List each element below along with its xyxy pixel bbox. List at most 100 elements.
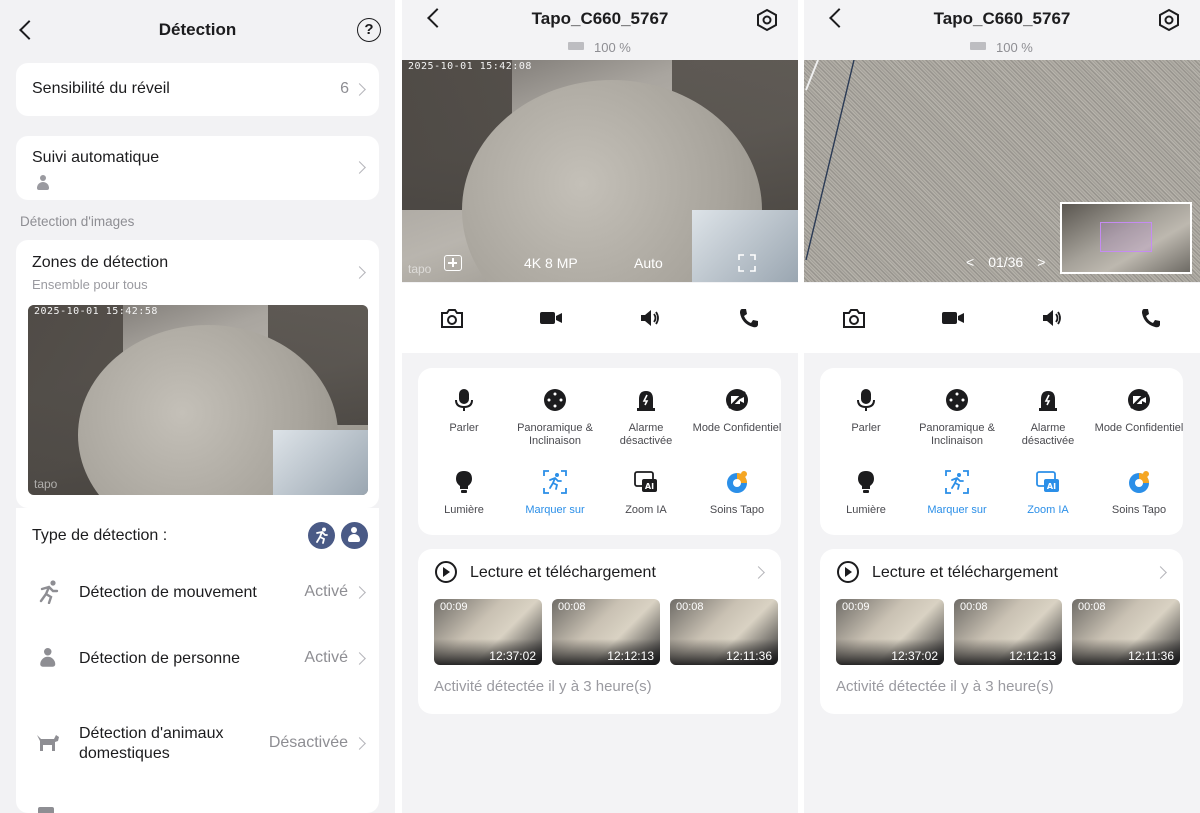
- bulb-icon: [456, 471, 472, 493]
- speaker-icon[interactable]: [638, 307, 662, 329]
- chevron-right-icon: [353, 266, 366, 279]
- feature-ai-zoom[interactable]: AI Zoom IA: [1003, 470, 1093, 517]
- settings-icon[interactable]: [1157, 8, 1181, 32]
- battery-level: 100 %: [996, 40, 1033, 55]
- tapo-care-icon: [727, 471, 747, 493]
- battery-icon: [970, 42, 986, 50]
- feature-label: Mode Confidentiel: [692, 422, 782, 434]
- feature-light[interactable]: Lumière: [821, 470, 911, 517]
- clip-duration: 00:08: [1078, 601, 1106, 613]
- clip-duration: 00:08: [960, 601, 988, 613]
- settings-icon[interactable]: [755, 8, 779, 32]
- feature-tapo-care[interactable]: Soins Tapo: [692, 470, 782, 517]
- section-caption: Détection d'images: [20, 214, 135, 229]
- feature-track[interactable]: Marquer sur: [912, 470, 1002, 517]
- pet-detection-label[interactable]: Détection d'animaux domestiques: [79, 724, 254, 764]
- playback-icon: [837, 561, 859, 583]
- header: Détection ?: [0, 0, 395, 60]
- feature-label: Marquer sur: [927, 504, 987, 516]
- person-type-badge[interactable]: [341, 522, 368, 549]
- battery-level: 100 %: [594, 40, 631, 55]
- playback-card[interactable]: Lecture et téléchargement 00:09 12:37:02…: [820, 549, 1183, 714]
- phone-icon[interactable]: [1139, 307, 1163, 329]
- zoom-selection-box[interactable]: [1100, 222, 1152, 252]
- feature-tapo-care[interactable]: Soins Tapo: [1094, 470, 1184, 517]
- feature-label: Alarme désactivée: [619, 422, 673, 447]
- feature-alarm[interactable]: Alarme désactivée: [601, 388, 691, 448]
- next-arrow[interactable]: >: [1037, 254, 1045, 270]
- clip-time: 12:37:02: [489, 649, 536, 663]
- fullscreen-icon[interactable]: [738, 254, 756, 272]
- features-card: Parler Panoramique & Inclinaison Alarme …: [418, 368, 781, 535]
- activity-status: Activité détectée il y à 3 heure(s): [836, 678, 1054, 695]
- person-detection-label[interactable]: Détection de personne: [79, 649, 240, 669]
- feature-light[interactable]: Lumière: [419, 470, 509, 517]
- phone-icon[interactable]: [737, 307, 761, 329]
- camera-snapshot-icon[interactable]: [440, 307, 464, 329]
- camera-snapshot-icon[interactable]: [842, 307, 866, 329]
- record-video-icon[interactable]: [941, 307, 965, 329]
- feature-ai-zoom[interactable]: AI Zoom IA: [601, 470, 691, 517]
- playback-card[interactable]: Lecture et téléchargement 00:09 12:37:02…: [418, 549, 781, 714]
- feature-privacy[interactable]: Mode Confidentiel: [692, 388, 782, 435]
- clip-time: 12:12:13: [1009, 649, 1056, 663]
- alarm-icon: [1039, 391, 1057, 411]
- detection-settings-panel: Détection ? Sensibilité du réveil 6 Suiv…: [0, 0, 395, 813]
- person-icon: [39, 648, 59, 673]
- clip-thumbnail[interactable]: 00:08 12:11:36: [670, 599, 778, 665]
- wake-sensitivity-row[interactable]: Sensibilité du réveil 6: [16, 63, 379, 116]
- clip-duration: 00:08: [558, 601, 586, 613]
- dog-icon: [37, 735, 59, 751]
- feature-talk[interactable]: Parler: [419, 388, 509, 435]
- person-detection-value: Activé: [304, 649, 348, 666]
- ai-zoom-icon: AI: [634, 471, 657, 492]
- speaker-icon[interactable]: [1040, 307, 1064, 329]
- detection-zones-label: Zones de détection: [32, 254, 169, 271]
- track-icon: [543, 470, 567, 494]
- clip-thumbnail[interactable]: 00:08 12:12:13: [954, 599, 1062, 665]
- clip-thumbnail[interactable]: 00:08 12:12:13: [552, 599, 660, 665]
- device-title: Tapo_C660_5767: [531, 9, 669, 28]
- camera-timestamp: 2025-10-01 15:42:58: [34, 306, 158, 317]
- motion-detection-value: Activé: [304, 583, 348, 600]
- pan-tilt-icon: [946, 389, 968, 411]
- live-video[interactable]: 2025-10-01 15:42:08 tapo: [402, 60, 798, 282]
- mode-selector[interactable]: Auto: [634, 255, 663, 271]
- feature-alarm[interactable]: Alarme désactivée: [1003, 388, 1093, 448]
- feature-pan-tilt[interactable]: Panoramique & Inclinaison: [510, 388, 600, 448]
- feature-pan-tilt[interactable]: Panoramique & Inclinaison: [912, 388, 1002, 448]
- feature-label: Zoom IA: [625, 504, 667, 516]
- detection-zones-card[interactable]: Zones de détection Ensemble pour tous 20…: [16, 240, 379, 508]
- svg-text:AI: AI: [645, 482, 654, 491]
- help-icon[interactable]: ?: [357, 18, 381, 42]
- playback-title: Lecture et téléchargement: [872, 564, 1058, 581]
- feature-talk[interactable]: Parler: [821, 388, 911, 435]
- minimap-preview[interactable]: [1060, 202, 1192, 274]
- feature-privacy[interactable]: Mode Confidentiel: [1094, 388, 1184, 435]
- clip-time: 12:37:02: [891, 649, 938, 663]
- auto-tracking-label: Suivi automatique: [32, 149, 160, 166]
- svg-text:AI: AI: [1047, 482, 1056, 491]
- resolution-selector[interactable]: 4K 8 MP: [524, 255, 578, 271]
- clip-thumbnail[interactable]: 00:08 12:11:36: [1072, 599, 1180, 665]
- chevron-right-icon: [353, 161, 366, 174]
- motion-type-badge[interactable]: [308, 522, 335, 549]
- camera-preview: 2025-10-01 15:42:58 tapo: [28, 305, 368, 495]
- add-view-icon[interactable]: [444, 255, 462, 271]
- chevron-right-icon[interactable]: [1154, 566, 1167, 579]
- tapo-care-icon: [1129, 471, 1149, 493]
- feature-track[interactable]: Marquer sur: [510, 470, 600, 517]
- pet-detection-value: Désactivée: [268, 734, 348, 751]
- clip-thumbnail[interactable]: 00:09 12:37:02: [434, 599, 542, 665]
- microphone-icon: [857, 389, 875, 411]
- prev-arrow[interactable]: <: [966, 254, 974, 270]
- chevron-right-icon[interactable]: [752, 566, 765, 579]
- auto-tracking-row[interactable]: Suivi automatique: [16, 136, 379, 200]
- clip-thumbnail[interactable]: 00:09 12:37:02: [836, 599, 944, 665]
- record-video-icon[interactable]: [539, 307, 563, 329]
- feature-label: Parler: [851, 422, 881, 434]
- partial-row-icon: [38, 807, 54, 813]
- motion-detection-label[interactable]: Détection de mouvement: [79, 583, 257, 603]
- zoomed-video[interactable]: <01/36 >: [804, 60, 1200, 282]
- person-icon: [36, 175, 50, 191]
